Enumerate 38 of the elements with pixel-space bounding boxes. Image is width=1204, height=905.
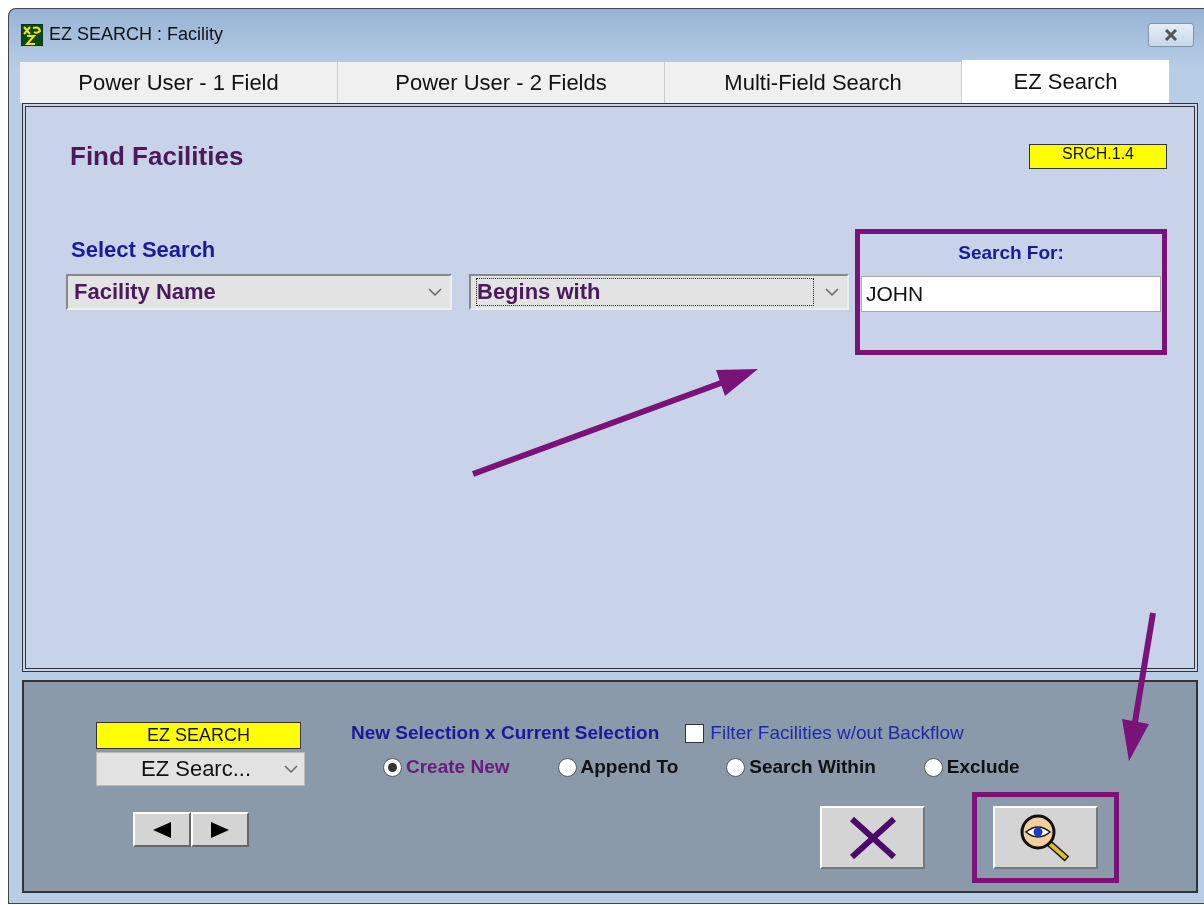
- tab[interactable]: Power User - 2 Fields: [338, 62, 665, 103]
- panel-heading: Find Facilities: [70, 141, 244, 172]
- close-icon: [848, 816, 897, 859]
- screen-dropdown[interactable]: EZ Searc...: [96, 752, 305, 786]
- selection-label: New Selection x Current Selection: [351, 722, 660, 744]
- radio-label: Exclude: [946, 756, 1020, 778]
- radio-button[interactable]: [557, 757, 577, 777]
- radio-button[interactable]: [923, 757, 943, 777]
- operator-dropdown[interactable]: Begins with: [469, 274, 849, 310]
- filter-checkbox[interactable]: [685, 723, 705, 743]
- radio-button[interactable]: [726, 757, 746, 777]
- select-label: Select Search: [71, 237, 217, 263]
- chevron-down-icon: [428, 287, 442, 297]
- search-button[interactable]: [993, 806, 1098, 869]
- tab[interactable]: EZ Search: [962, 60, 1170, 103]
- radio-label: Append To: [580, 756, 679, 778]
- radio-label: Search Within: [749, 756, 876, 778]
- field-dropdown[interactable]: Facility Name: [66, 274, 452, 310]
- chevron-down-icon: [284, 764, 298, 774]
- app-logo-icon: [21, 23, 43, 46]
- radio-button[interactable]: [383, 757, 402, 777]
- tab[interactable]: Power User - 1 Field: [20, 62, 338, 103]
- previous-button[interactable]: [133, 812, 191, 847]
- screen-label: EZ SEARCH: [96, 722, 301, 749]
- triangle-right-icon: [211, 821, 229, 838]
- filter-label: Filter Facilities w/out Backflow: [710, 722, 964, 744]
- triangle-left-icon: [153, 821, 171, 838]
- close-button[interactable]: [1148, 22, 1194, 47]
- version-label: SRCH.1.4: [1029, 144, 1167, 169]
- search-input[interactable]: JOHN: [861, 276, 1161, 312]
- next-button[interactable]: [191, 812, 249, 847]
- tab[interactable]: Multi-Field Search: [665, 62, 962, 103]
- search-for-label: Search For:: [958, 242, 1064, 264]
- chevron-down-icon: [825, 287, 839, 297]
- close-icon: [1164, 28, 1178, 41]
- radio-label: Create New: [406, 756, 510, 778]
- window-title: EZ SEARCH : Facility: [49, 24, 225, 45]
- clear-button[interactable]: [820, 806, 925, 869]
